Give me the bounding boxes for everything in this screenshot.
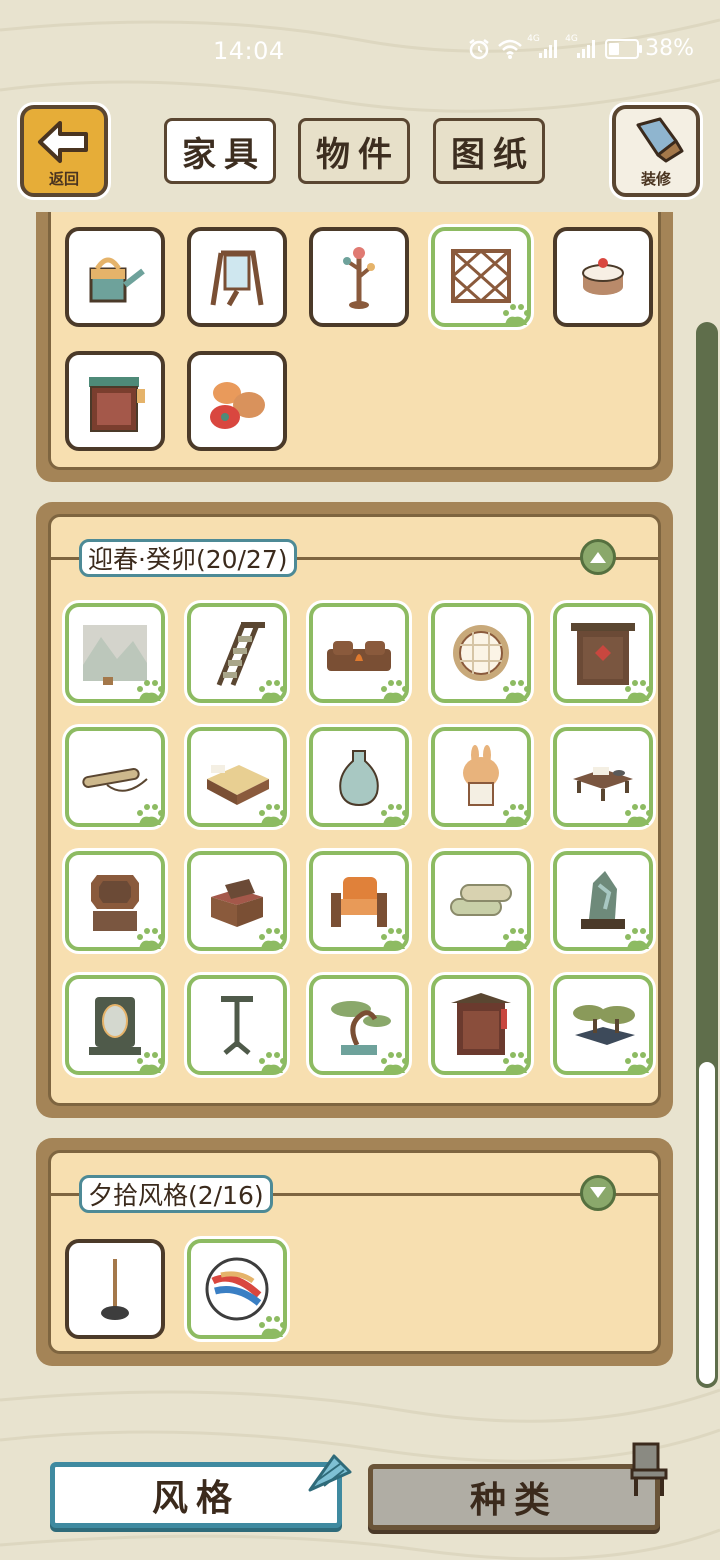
group-title: 夕拾风格(2/16): [79, 1175, 273, 1213]
item-coat-rack[interactable]: [309, 227, 409, 327]
scrollbar[interactable]: [696, 322, 718, 1388]
item-log-fire[interactable]: [309, 603, 409, 703]
wifi-icon: [498, 39, 522, 59]
item-round-window[interactable]: [431, 603, 531, 703]
item-wooden-door[interactable]: [553, 603, 653, 703]
paw-icon: [381, 928, 408, 949]
paw-icon: [625, 928, 652, 949]
item-low-table[interactable]: [553, 727, 653, 827]
item-rockery[interactable]: [553, 851, 653, 951]
paw-icon: [137, 804, 164, 825]
paw-icon: [259, 1316, 286, 1337]
item-pole-stand[interactable]: [65, 1239, 165, 1339]
paw-icon: [259, 680, 286, 701]
item-vase[interactable]: [309, 727, 409, 827]
cake-icon: [582, 258, 624, 295]
paw-icon: [259, 1052, 286, 1073]
item-grid: [65, 227, 653, 451]
decorate-label: 装修: [640, 170, 671, 188]
scrollbar-thumb[interactable]: [699, 1062, 715, 1384]
standing-mirror-icon: [210, 250, 264, 307]
item-cabinet[interactable]: [65, 351, 165, 451]
paw-icon: [625, 1052, 652, 1073]
tab-blueprints[interactable]: 图纸: [433, 118, 545, 184]
paw-icon: [503, 804, 530, 825]
item-rabbit-calendar[interactable]: [431, 727, 531, 827]
item-chest[interactable]: [187, 851, 287, 951]
expand-button[interactable]: [580, 1175, 616, 1211]
back-label: 返回: [48, 170, 79, 188]
tab-furniture[interactable]: 家具: [164, 118, 276, 184]
status-time: 14:04: [213, 37, 285, 65]
type-label: 种类: [469, 1480, 558, 1521]
arrow-left-icon: [38, 121, 88, 163]
paw-icon: [381, 680, 408, 701]
item-watering-can[interactable]: [65, 227, 165, 327]
pole-stand-icon: [101, 1259, 129, 1320]
item-bed[interactable]: [187, 727, 287, 827]
paw-icon: [503, 928, 530, 949]
paw-icon: [503, 680, 530, 701]
item-grid: [65, 603, 653, 1075]
collapse-button[interactable]: [580, 539, 616, 575]
item-shrine-cabinet[interactable]: [431, 975, 531, 1075]
shell-icon: [308, 1454, 352, 1492]
style-button[interactable]: 风格: [50, 1462, 342, 1528]
chair-icon: [630, 1442, 668, 1496]
watering-can-icon: [89, 257, 145, 303]
back-button[interactable]: 返回: [20, 105, 108, 197]
paw-icon: [137, 928, 164, 949]
chevron-down-icon: [590, 1187, 606, 1198]
paw-icon: [625, 680, 652, 701]
item-bonsai-tray[interactable]: [553, 975, 653, 1075]
battery-icon: [605, 38, 643, 59]
group-title: 迎春·癸卯(20/27): [79, 539, 297, 577]
item-cake[interactable]: [553, 227, 653, 327]
item-scroll[interactable]: [65, 727, 165, 827]
tab-objects[interactable]: 物件: [298, 118, 410, 184]
item-armchair[interactable]: [309, 851, 409, 951]
signal-icon: 4G: [565, 34, 596, 58]
furniture-group-xishi: 夕拾风格(2/16): [36, 1138, 673, 1366]
signal-icon: 4G: [527, 34, 558, 58]
paint-brush-icon: [636, 117, 684, 163]
item-grid: [65, 1239, 653, 1339]
style-label: 风格: [151, 1478, 240, 1519]
item-ladder[interactable]: [187, 603, 287, 703]
item-mirror-stand[interactable]: [65, 975, 165, 1075]
item-landscape-painting[interactable]: [65, 603, 165, 703]
paw-icon: [503, 1052, 530, 1073]
battery-percent: 38%: [645, 36, 694, 61]
status-bar: 14:04 4G 4G 38%: [0, 0, 720, 100]
item-bonsai[interactable]: [309, 975, 409, 1075]
furniture-group-spring: 迎春·癸卯(20/27): [36, 502, 673, 1118]
item-lattice-screen[interactable]: [431, 227, 531, 327]
item-sacks[interactable]: [187, 351, 287, 451]
chevron-up-icon: [590, 552, 606, 563]
coat-rack-icon: [343, 247, 375, 309]
item-dresser-mirror[interactable]: [65, 851, 165, 951]
paw-icon: [137, 1052, 164, 1073]
item-stand[interactable]: [187, 975, 287, 1075]
paw-icon: [625, 804, 652, 825]
type-button[interactable]: 种类: [368, 1464, 660, 1530]
furniture-list[interactable]: 迎春·癸卯(20/27) 夕拾风格(2/16): [0, 212, 720, 1404]
paw-icon: [381, 1052, 408, 1073]
item-fabric-rolls[interactable]: [431, 851, 531, 951]
paw-icon: [259, 928, 286, 949]
paw-icon: [503, 304, 530, 325]
paw-icon: [381, 804, 408, 825]
item-standing-mirror[interactable]: [187, 227, 287, 327]
furniture-group-1: [36, 212, 673, 482]
alarm-icon: [469, 38, 489, 59]
decorate-button[interactable]: 装修: [612, 105, 700, 197]
paw-icon: [137, 680, 164, 701]
paw-icon: [259, 804, 286, 825]
cabinet-icon: [89, 377, 145, 432]
sacks-icon: [210, 382, 265, 429]
item-marble[interactable]: [187, 1239, 287, 1339]
